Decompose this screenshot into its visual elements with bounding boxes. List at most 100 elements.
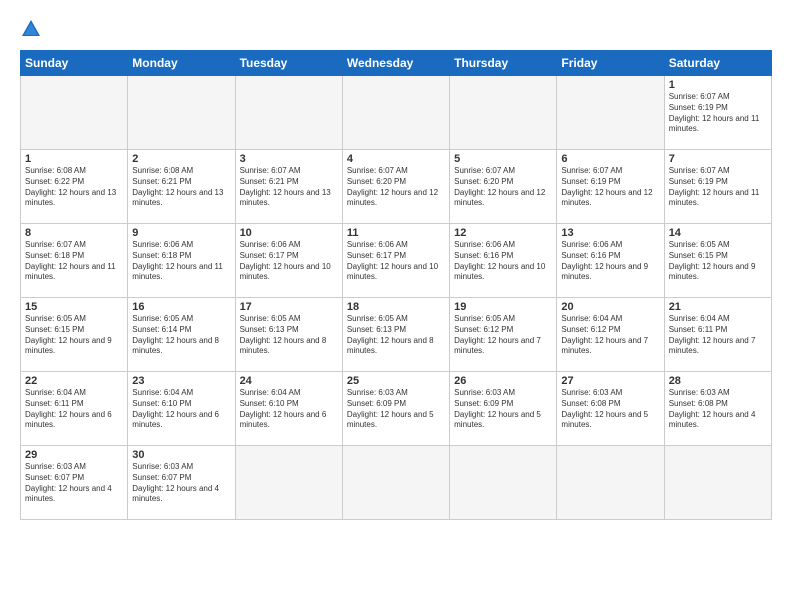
day-number: 1 xyxy=(25,153,123,165)
day-number: 12 xyxy=(454,227,552,239)
calendar-cell: 9Sunrise: 6:06 AM Sunset: 6:18 PM Daylig… xyxy=(128,224,235,298)
page: SundayMondayTuesdayWednesdayThursdayFrid… xyxy=(0,0,792,612)
day-detail: Sunrise: 6:07 AM Sunset: 6:21 PM Dayligh… xyxy=(240,166,338,209)
calendar-cell xyxy=(342,76,449,150)
day-detail: Sunrise: 6:03 AM Sunset: 6:09 PM Dayligh… xyxy=(454,388,552,431)
day-detail: Sunrise: 6:07 AM Sunset: 6:20 PM Dayligh… xyxy=(347,166,445,209)
day-number: 21 xyxy=(669,301,767,313)
day-detail: Sunrise: 6:05 AM Sunset: 6:13 PM Dayligh… xyxy=(347,314,445,357)
day-detail: Sunrise: 6:03 AM Sunset: 6:08 PM Dayligh… xyxy=(561,388,659,431)
calendar-cell: 2Sunrise: 6:08 AM Sunset: 6:21 PM Daylig… xyxy=(128,150,235,224)
calendar-cell: 26Sunrise: 6:03 AM Sunset: 6:09 PM Dayli… xyxy=(450,372,557,446)
day-detail: Sunrise: 6:06 AM Sunset: 6:16 PM Dayligh… xyxy=(454,240,552,283)
day-number: 4 xyxy=(347,153,445,165)
day-number: 15 xyxy=(25,301,123,313)
calendar-cell xyxy=(235,76,342,150)
calendar-cell: 21Sunrise: 6:04 AM Sunset: 6:11 PM Dayli… xyxy=(664,298,771,372)
calendar-cell: 20Sunrise: 6:04 AM Sunset: 6:12 PM Dayli… xyxy=(557,298,664,372)
calendar-table: SundayMondayTuesdayWednesdayThursdayFrid… xyxy=(20,50,772,520)
day-detail: Sunrise: 6:07 AM Sunset: 6:20 PM Dayligh… xyxy=(454,166,552,209)
calendar-cell: 1Sunrise: 6:08 AM Sunset: 6:22 PM Daylig… xyxy=(21,150,128,224)
calendar-cell xyxy=(664,446,771,520)
day-detail: Sunrise: 6:08 AM Sunset: 6:21 PM Dayligh… xyxy=(132,166,230,209)
day-number: 8 xyxy=(25,227,123,239)
day-detail: Sunrise: 6:05 AM Sunset: 6:14 PM Dayligh… xyxy=(132,314,230,357)
day-number: 7 xyxy=(669,153,767,165)
day-number: 11 xyxy=(347,227,445,239)
day-detail: Sunrise: 6:04 AM Sunset: 6:11 PM Dayligh… xyxy=(25,388,123,431)
day-detail: Sunrise: 6:05 AM Sunset: 6:15 PM Dayligh… xyxy=(25,314,123,357)
calendar-cell: 27Sunrise: 6:03 AM Sunset: 6:08 PM Dayli… xyxy=(557,372,664,446)
calendar-cell: 10Sunrise: 6:06 AM Sunset: 6:17 PM Dayli… xyxy=(235,224,342,298)
calendar-cell: 28Sunrise: 6:03 AM Sunset: 6:08 PM Dayli… xyxy=(664,372,771,446)
day-number: 27 xyxy=(561,375,659,387)
calendar-cell: 30Sunrise: 6:03 AM Sunset: 6:07 PM Dayli… xyxy=(128,446,235,520)
calendar-cell: 1Sunrise: 6:07 AM Sunset: 6:19 PM Daylig… xyxy=(664,76,771,150)
calendar-week-row: 22Sunrise: 6:04 AM Sunset: 6:11 PM Dayli… xyxy=(21,372,772,446)
day-number: 5 xyxy=(454,153,552,165)
day-detail: Sunrise: 6:04 AM Sunset: 6:12 PM Dayligh… xyxy=(561,314,659,357)
calendar-cell: 25Sunrise: 6:03 AM Sunset: 6:09 PM Dayli… xyxy=(342,372,449,446)
calendar-header-sunday: Sunday xyxy=(21,51,128,76)
calendar-week-row: 1Sunrise: 6:07 AM Sunset: 6:19 PM Daylig… xyxy=(21,76,772,150)
calendar-week-row: 8Sunrise: 6:07 AM Sunset: 6:18 PM Daylig… xyxy=(21,224,772,298)
calendar-header-saturday: Saturday xyxy=(664,51,771,76)
day-number: 22 xyxy=(25,375,123,387)
day-detail: Sunrise: 6:06 AM Sunset: 6:17 PM Dayligh… xyxy=(240,240,338,283)
calendar-week-row: 1Sunrise: 6:08 AM Sunset: 6:22 PM Daylig… xyxy=(21,150,772,224)
day-number: 13 xyxy=(561,227,659,239)
calendar-cell: 4Sunrise: 6:07 AM Sunset: 6:20 PM Daylig… xyxy=(342,150,449,224)
calendar-cell xyxy=(557,76,664,150)
calendar-cell: 15Sunrise: 6:05 AM Sunset: 6:15 PM Dayli… xyxy=(21,298,128,372)
calendar-week-row: 29Sunrise: 6:03 AM Sunset: 6:07 PM Dayli… xyxy=(21,446,772,520)
calendar-header-thursday: Thursday xyxy=(450,51,557,76)
calendar-cell: 14Sunrise: 6:05 AM Sunset: 6:15 PM Dayli… xyxy=(664,224,771,298)
day-number: 25 xyxy=(347,375,445,387)
calendar-header-wednesday: Wednesday xyxy=(342,51,449,76)
day-detail: Sunrise: 6:04 AM Sunset: 6:11 PM Dayligh… xyxy=(669,314,767,357)
calendar-header-monday: Monday xyxy=(128,51,235,76)
logo-icon xyxy=(20,18,42,40)
calendar-cell: 18Sunrise: 6:05 AM Sunset: 6:13 PM Dayli… xyxy=(342,298,449,372)
day-number: 23 xyxy=(132,375,230,387)
calendar-cell xyxy=(21,76,128,150)
day-detail: Sunrise: 6:03 AM Sunset: 6:09 PM Dayligh… xyxy=(347,388,445,431)
day-number: 19 xyxy=(454,301,552,313)
calendar-header-row: SundayMondayTuesdayWednesdayThursdayFrid… xyxy=(21,51,772,76)
day-number: 10 xyxy=(240,227,338,239)
calendar-cell xyxy=(235,446,342,520)
day-detail: Sunrise: 6:07 AM Sunset: 6:19 PM Dayligh… xyxy=(669,166,767,209)
day-number: 1 xyxy=(669,79,767,91)
calendar-cell: 13Sunrise: 6:06 AM Sunset: 6:16 PM Dayli… xyxy=(557,224,664,298)
day-detail: Sunrise: 6:05 AM Sunset: 6:12 PM Dayligh… xyxy=(454,314,552,357)
day-number: 9 xyxy=(132,227,230,239)
day-number: 20 xyxy=(561,301,659,313)
calendar-cell: 8Sunrise: 6:07 AM Sunset: 6:18 PM Daylig… xyxy=(21,224,128,298)
calendar-cell: 22Sunrise: 6:04 AM Sunset: 6:11 PM Dayli… xyxy=(21,372,128,446)
day-number: 2 xyxy=(132,153,230,165)
calendar-cell: 29Sunrise: 6:03 AM Sunset: 6:07 PM Dayli… xyxy=(21,446,128,520)
day-number: 6 xyxy=(561,153,659,165)
calendar-header-friday: Friday xyxy=(557,51,664,76)
day-detail: Sunrise: 6:08 AM Sunset: 6:22 PM Dayligh… xyxy=(25,166,123,209)
calendar-cell xyxy=(128,76,235,150)
calendar-cell xyxy=(450,76,557,150)
day-detail: Sunrise: 6:04 AM Sunset: 6:10 PM Dayligh… xyxy=(240,388,338,431)
day-number: 26 xyxy=(454,375,552,387)
logo xyxy=(20,18,46,40)
calendar-cell: 3Sunrise: 6:07 AM Sunset: 6:21 PM Daylig… xyxy=(235,150,342,224)
day-number: 29 xyxy=(25,449,123,461)
calendar-cell: 24Sunrise: 6:04 AM Sunset: 6:10 PM Dayli… xyxy=(235,372,342,446)
day-number: 14 xyxy=(669,227,767,239)
day-detail: Sunrise: 6:05 AM Sunset: 6:15 PM Dayligh… xyxy=(669,240,767,283)
header xyxy=(20,18,772,40)
calendar-cell: 19Sunrise: 6:05 AM Sunset: 6:12 PM Dayli… xyxy=(450,298,557,372)
calendar-cell: 6Sunrise: 6:07 AM Sunset: 6:19 PM Daylig… xyxy=(557,150,664,224)
calendar-cell: 16Sunrise: 6:05 AM Sunset: 6:14 PM Dayli… xyxy=(128,298,235,372)
day-detail: Sunrise: 6:06 AM Sunset: 6:16 PM Dayligh… xyxy=(561,240,659,283)
day-number: 30 xyxy=(132,449,230,461)
calendar-cell: 7Sunrise: 6:07 AM Sunset: 6:19 PM Daylig… xyxy=(664,150,771,224)
day-detail: Sunrise: 6:05 AM Sunset: 6:13 PM Dayligh… xyxy=(240,314,338,357)
calendar-week-row: 15Sunrise: 6:05 AM Sunset: 6:15 PM Dayli… xyxy=(21,298,772,372)
day-detail: Sunrise: 6:07 AM Sunset: 6:19 PM Dayligh… xyxy=(561,166,659,209)
